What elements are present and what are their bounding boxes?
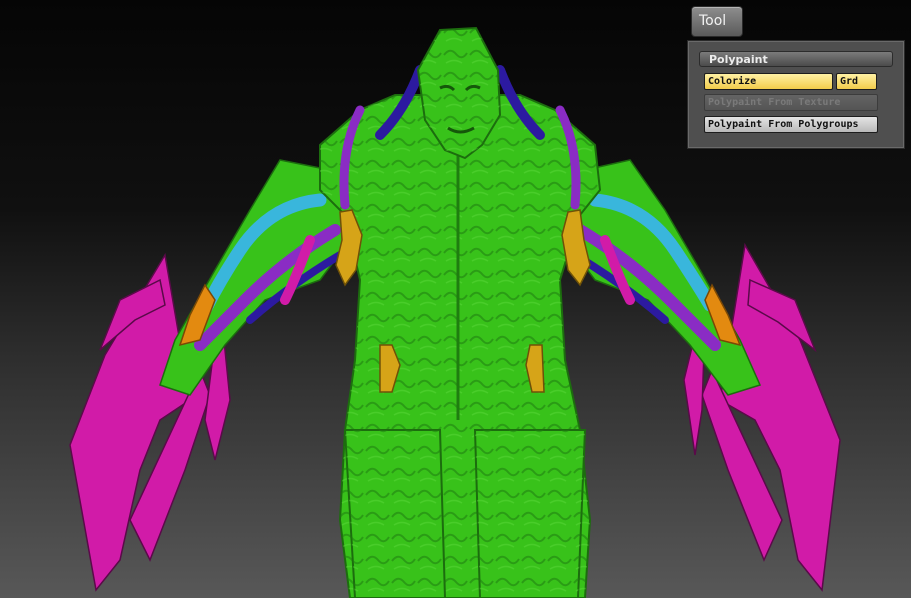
grd-button[interactable]: Grd bbox=[836, 73, 877, 90]
colorize-label: Colorize bbox=[708, 76, 757, 87]
polypaint-from-texture-button[interactable]: Polypaint From Texture bbox=[704, 94, 878, 111]
polypaint-from-polygroups-button[interactable]: Polypaint From Polygroups bbox=[704, 116, 878, 133]
colorize-button[interactable]: Colorize bbox=[704, 73, 833, 90]
polypaint-panel: Polypaint Colorize Grd Polypaint From Te… bbox=[688, 41, 904, 148]
from-polygroups-label: Polypaint From Polygroups bbox=[708, 119, 859, 130]
polypaint-title: Polypaint bbox=[709, 53, 768, 66]
tool-tab-label: Tool bbox=[699, 13, 727, 29]
from-texture-label: Polypaint From Texture bbox=[708, 97, 841, 108]
grd-label: Grd bbox=[840, 76, 859, 87]
tool-tab[interactable]: Tool bbox=[691, 6, 743, 37]
polypaint-header[interactable]: Polypaint bbox=[699, 51, 893, 67]
